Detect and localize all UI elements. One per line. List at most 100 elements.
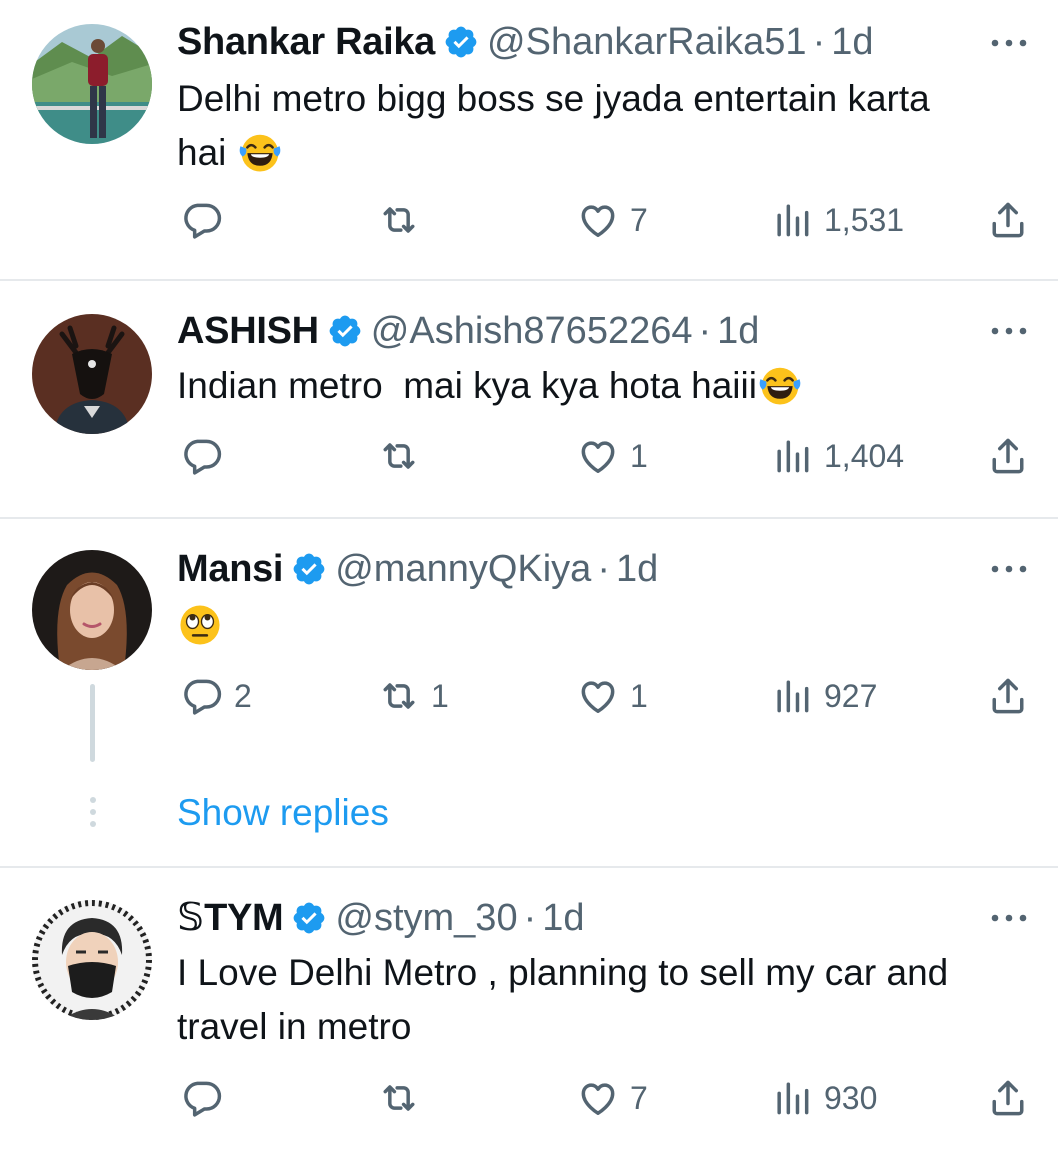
tweet-header: Shankar Raika @ShankarRaika51 · 1d	[177, 18, 874, 66]
more-options-icon[interactable]	[984, 903, 1034, 933]
tweet-text: Indian metro mai kya kya hota haiii	[177, 359, 1037, 413]
tweet-text-line: Delhi metro bigg boss se jyada entertain…	[177, 78, 930, 119]
separator-dot: ·	[812, 21, 826, 63]
tweet-text-fragment: hai	[177, 132, 227, 173]
reply-button[interactable]	[180, 1073, 234, 1123]
like-button[interactable]: 7	[576, 195, 648, 245]
retweet-button[interactable]: 1	[377, 671, 449, 721]
tweet[interactable]: Shankar Raika @ShankarRaika51 · 1d Delhi…	[0, 0, 1058, 280]
share-button[interactable]	[986, 671, 1030, 721]
timestamp[interactable]: 1d	[616, 545, 658, 593]
timestamp[interactable]: 1d	[717, 307, 759, 355]
timestamp[interactable]: 1d	[542, 894, 584, 942]
thread-dots-icon	[90, 797, 96, 827]
tweet-text	[177, 599, 1037, 653]
separator-dot: ·	[698, 310, 712, 352]
views-button[interactable]: 930	[770, 1073, 877, 1123]
tweet-actions: 7 930	[0, 1073, 1058, 1123]
avatar-image	[32, 24, 152, 144]
display-name[interactable]: Mansi	[177, 545, 284, 593]
avatar[interactable]	[32, 24, 152, 144]
tweet-actions: 7 1,531	[0, 195, 1058, 245]
user-handle[interactable]: @ShankarRaika51	[487, 18, 807, 66]
more-options-icon[interactable]	[984, 554, 1034, 584]
laughing-emoji	[237, 129, 283, 175]
share-button[interactable]	[986, 1073, 1030, 1123]
views-button[interactable]: 1,404	[770, 431, 904, 481]
user-handle[interactable]: @stym_30	[335, 894, 517, 942]
separator-dot: ·	[597, 548, 610, 590]
separator-dot: ·	[523, 897, 537, 939]
reply-icon	[180, 674, 224, 718]
tweet-text-line: Indian metro mai kya kya hota haiii	[177, 359, 1037, 413]
retweet-button[interactable]	[377, 195, 431, 245]
retweet-icon	[377, 1076, 421, 1120]
avatar[interactable]	[32, 314, 152, 434]
verified-badge-icon	[443, 24, 479, 60]
share-button[interactable]	[986, 195, 1030, 245]
laughing-emoji	[757, 362, 803, 408]
like-count: 1	[630, 437, 648, 474]
avatar-image	[32, 314, 152, 434]
timestamp[interactable]: 1d	[831, 18, 873, 66]
retweet-button[interactable]	[377, 431, 431, 481]
avatar-image	[32, 550, 152, 670]
view-count: 930	[824, 1079, 878, 1116]
tweet-header: ASHISH @Ashish87652264 · 1d	[177, 307, 759, 355]
tweet[interactable]: Mansi @mannyQKiya · 1d 2 1 1 927 Show re…	[0, 519, 1058, 866]
like-icon	[576, 1076, 620, 1120]
tweet-text-line-2: hai	[177, 126, 1037, 180]
views-icon	[770, 198, 814, 242]
retweet-icon	[377, 434, 421, 478]
views-button[interactable]: 927	[770, 671, 877, 721]
like-icon	[576, 674, 620, 718]
reply-icon	[180, 434, 224, 478]
retweet-icon	[377, 198, 421, 242]
eye-roll-emoji	[177, 602, 223, 648]
tweet-text-line	[177, 599, 1037, 653]
reply-icon	[180, 198, 224, 242]
like-icon	[576, 198, 620, 242]
views-icon	[770, 1076, 814, 1120]
reply-icon	[180, 1076, 224, 1120]
display-name[interactable]: ASHISH	[177, 307, 319, 355]
tweet-text-line-2: travel in metro	[177, 1006, 412, 1047]
more-options-icon[interactable]	[984, 28, 1034, 58]
tweet-header: 𝕊TYM @stym_30 · 1d	[177, 894, 585, 942]
more-options-icon[interactable]	[984, 316, 1034, 346]
verified-badge-icon	[327, 313, 363, 349]
tweet-text-line: I Love Delhi Metro , planning to sell my…	[177, 952, 949, 993]
like-button[interactable]: 7	[576, 1073, 648, 1123]
share-icon	[986, 198, 1030, 242]
like-count: 7	[630, 201, 648, 238]
share-button[interactable]	[986, 431, 1030, 481]
view-count: 1,404	[824, 437, 905, 474]
reply-button[interactable]	[180, 431, 234, 481]
views-icon	[770, 674, 814, 718]
share-icon	[986, 1076, 1030, 1120]
reply-button[interactable]: 2	[180, 671, 252, 721]
show-replies-link[interactable]: Show replies	[177, 789, 389, 837]
tweet-header: Mansi @mannyQKiya · 1d	[177, 545, 658, 593]
tweet[interactable]: 𝕊TYM @stym_30 · 1d I Love Delhi Metro , …	[0, 868, 1058, 1156]
avatar[interactable]	[32, 550, 152, 670]
retweet-button[interactable]	[377, 1073, 431, 1123]
views-button[interactable]: 1,531	[770, 195, 904, 245]
verified-badge-icon	[291, 551, 327, 587]
avatar[interactable]	[32, 900, 152, 1020]
user-handle[interactable]: @mannyQKiya	[335, 545, 591, 593]
reply-button[interactable]	[180, 195, 234, 245]
like-button[interactable]: 1	[576, 431, 648, 481]
like-button[interactable]: 1	[576, 671, 648, 721]
like-icon	[576, 434, 620, 478]
tweet-text: Delhi metro bigg boss se jyada entertain…	[177, 72, 1037, 180]
view-count: 927	[824, 677, 878, 714]
display-name[interactable]: 𝕊TYM	[177, 894, 284, 942]
views-icon	[770, 434, 814, 478]
avatar-image	[32, 900, 152, 1020]
like-count: 1	[630, 677, 648, 714]
tweet[interactable]: ASHISH @Ashish87652264 · 1d Indian metro…	[0, 281, 1058, 517]
view-count: 1,531	[824, 201, 905, 238]
user-handle[interactable]: @Ashish87652264	[371, 307, 693, 355]
display-name[interactable]: Shankar Raika	[177, 18, 435, 66]
